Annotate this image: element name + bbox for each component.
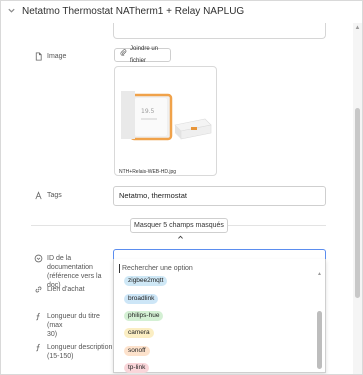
buy-link-field-label: Lien d'achat (34, 285, 85, 294)
dropdown-scrollbar[interactable]: ▲ (317, 271, 322, 371)
scrollbar-thumb[interactable] (355, 108, 360, 298)
option-zigbee2mqtt[interactable]: zigbee2mqtt (124, 276, 168, 286)
scroll-up-icon[interactable]: ▲ (317, 271, 322, 277)
attach-file-button[interactable]: Joindre un fichier (114, 46, 171, 64)
record-header: Netatmo Thermostat NATherm1 + Relay NAPL… (1, 1, 362, 23)
tags-field-label: Tags (34, 191, 62, 200)
scroll-up-icon[interactable]: ▲ (354, 25, 361, 32)
letter-a-icon (34, 191, 43, 200)
formula-icon (34, 343, 43, 352)
attachment-filename: NTH+Relais-WEB-HD.jpg (119, 169, 177, 175)
hide-fields-button[interactable]: Masquer 5 champs masqués (130, 218, 228, 239)
option-sonoff[interactable]: sonoff (124, 346, 150, 356)
chevron-up-icon (177, 232, 184, 245)
vertical-scrollbar[interactable]: ▲ (353, 23, 362, 374)
option-dropdown: Rechercher une option zigbee2mqtt broadl… (113, 259, 326, 373)
option-philips-hue[interactable]: philips-hue (124, 311, 164, 321)
image-field-label: Image (34, 52, 66, 61)
option-search-input[interactable]: Rechercher une option (122, 264, 193, 273)
thermostat-product-image: 19.5 (121, 91, 212, 141)
title-length-field-label: Longueur du titre (max 30) (34, 312, 114, 339)
option-broadlink[interactable]: broadlink (124, 294, 159, 304)
chevron-down-icon[interactable] (7, 6, 17, 18)
tags-input[interactable]: Netatmo, thermostat (113, 186, 326, 206)
svg-text:19.5: 19.5 (141, 108, 155, 115)
text-caret (119, 264, 120, 273)
option-camera[interactable]: camera (124, 328, 154, 338)
formula-icon (34, 312, 43, 321)
attachment-thumbnail[interactable]: 19.5 NTH+Relais-WEB-HD.jpg (114, 66, 217, 176)
previous-field-box[interactable] (113, 23, 326, 39)
single-select-icon (34, 254, 43, 263)
record-window: Netatmo Thermostat NATherm1 + Relay NAPL… (0, 0, 363, 375)
paperclip-icon (120, 49, 127, 61)
link-icon (34, 285, 43, 294)
file-icon (34, 52, 43, 61)
record-title: Netatmo Thermostat NATherm1 + Relay NAPL… (22, 6, 245, 17)
option-tp-link[interactable]: tp-link (124, 363, 150, 373)
desc-length-field-label: Longueur description (15-150) (34, 343, 114, 361)
dropdown-scroll-thumb[interactable] (317, 311, 322, 369)
